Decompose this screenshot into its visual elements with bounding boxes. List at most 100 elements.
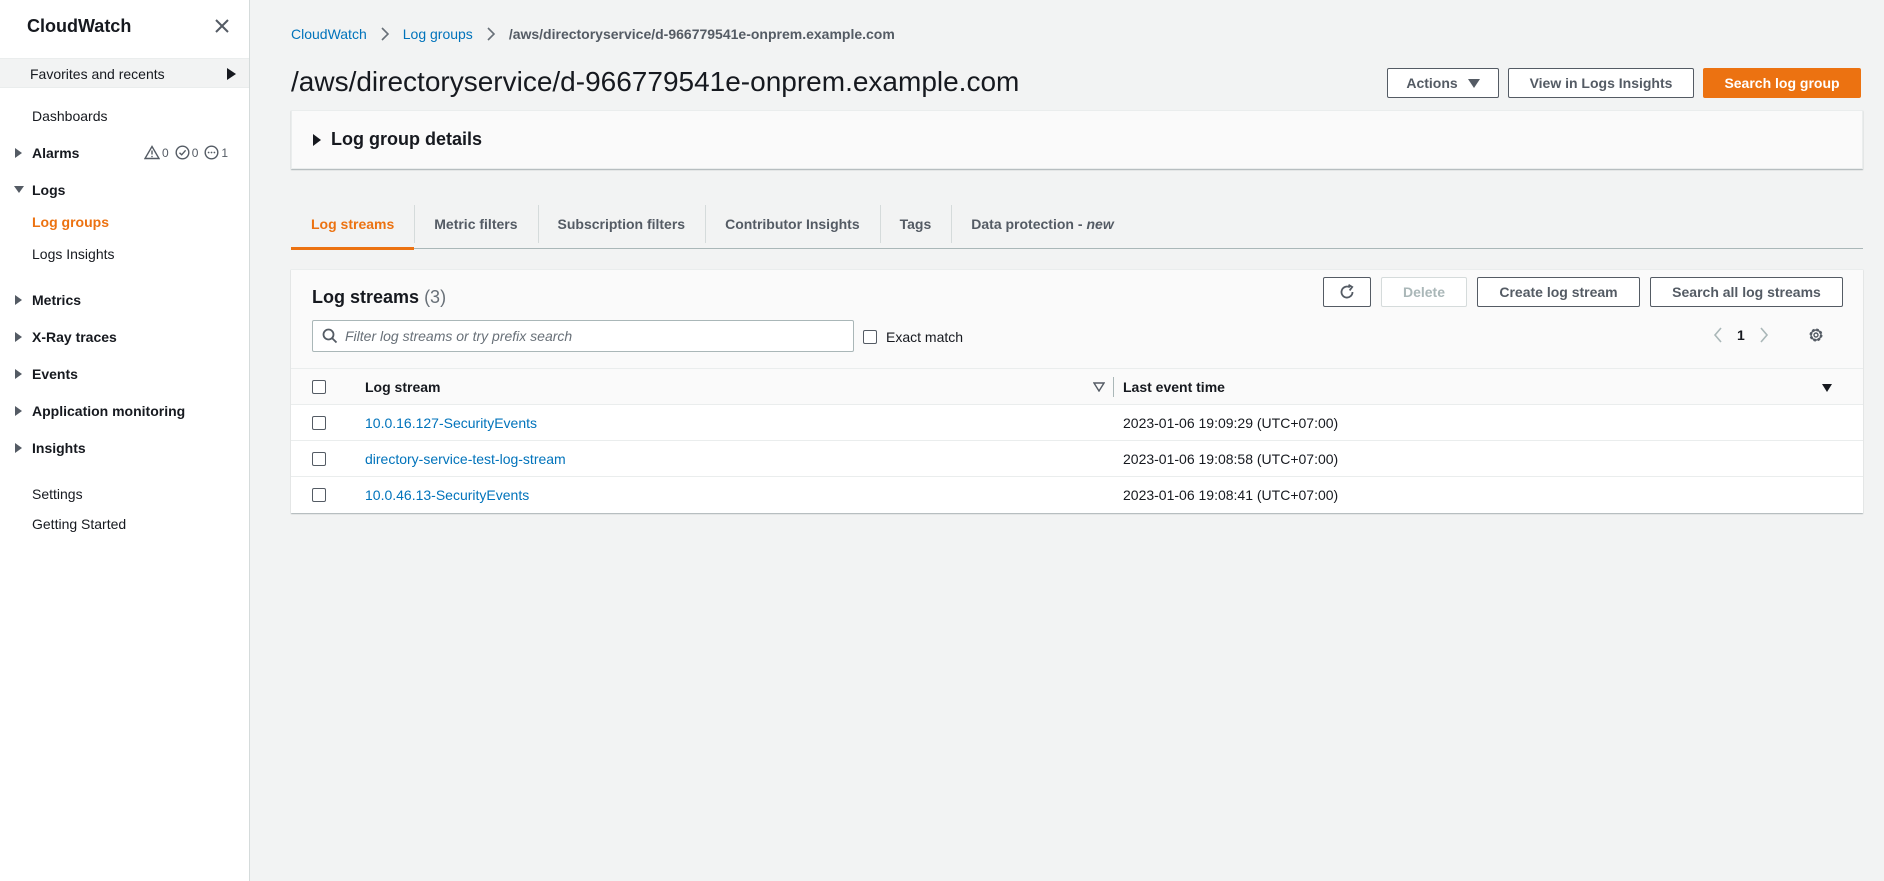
caret-right-icon[interactable]: [15, 332, 22, 342]
column-header-last-event-time[interactable]: Last event time: [1123, 368, 1863, 405]
breadcrumb-cloudwatch[interactable]: CloudWatch: [291, 26, 367, 42]
refresh-button[interactable]: [1323, 277, 1371, 307]
sidebar-title[interactable]: CloudWatch: [27, 16, 131, 37]
column-log-stream-label: Log stream: [365, 378, 441, 395]
sidebar-item-application-monitoring[interactable]: Application monitoring: [32, 403, 185, 419]
alarm-count: 0: [144, 145, 169, 160]
sidebar-item-logs[interactable]: Logs: [32, 182, 65, 198]
chevron-left-icon[interactable]: [1713, 327, 1723, 343]
row-checkbox[interactable]: [312, 488, 326, 502]
filter-log-streams-input[interactable]: [345, 321, 845, 351]
sidebar-item-events[interactable]: Events: [32, 366, 78, 382]
row-checkbox[interactable]: [312, 452, 326, 466]
refresh-icon: [1340, 284, 1354, 299]
favorites-and-recents[interactable]: Favorites and recents: [0, 58, 249, 88]
log-streams-container: Log streams (3) Delete Create log stream…: [291, 269, 1863, 513]
tab-data-protection-label: Data protection -: [971, 216, 1083, 232]
favorites-label: Favorites and recents: [30, 66, 165, 82]
caret-down-icon: [1467, 78, 1480, 88]
exact-match-label[interactable]: Exact match: [886, 329, 963, 345]
column-last-event-time-label: Last event time: [1123, 378, 1225, 395]
tab-metric-filters[interactable]: Metric filters: [414, 199, 537, 249]
log-stream-link[interactable]: directory-service-test-log-stream: [365, 451, 566, 467]
caret-right-icon[interactable]: [15, 148, 22, 158]
select-all-cell: [291, 368, 365, 405]
sidebar-item-dashboards[interactable]: Dashboards: [32, 108, 108, 124]
log-stream-link[interactable]: 10.0.46.13-SecurityEvents: [365, 487, 529, 503]
row-checkbox[interactable]: [312, 416, 326, 430]
last-event-time: 2023-01-06 19:09:29 (UTC+07:00): [1123, 404, 1863, 441]
alarm-count-value: 0: [162, 145, 169, 160]
log-streams-count: (3): [424, 287, 447, 307]
column-divider[interactable]: [1113, 377, 1114, 397]
caret-right-icon[interactable]: [15, 295, 22, 305]
last-event-time: 2023-01-06 19:08:58 (UTC+07:00): [1123, 440, 1863, 477]
check-circle-icon: [175, 145, 190, 160]
ok-count-value: 0: [191, 145, 199, 160]
sidebar-item-insights[interactable]: Insights: [32, 440, 86, 456]
log-streams-header: Log streams (3) Delete Create log stream…: [291, 270, 1863, 368]
insufficient-count: 1: [204, 145, 228, 160]
table-header-row: Log stream Last event time: [291, 368, 1863, 405]
tab-list: Log streams Metric filters Subscription …: [291, 199, 1863, 250]
sidebar-item-metrics[interactable]: Metrics: [32, 292, 81, 308]
sidebar-item-alarms[interactable]: Alarms: [32, 145, 79, 161]
page-number[interactable]: 1: [1737, 327, 1745, 343]
sort-down-outline-icon[interactable]: [1093, 382, 1105, 392]
caret-down-icon[interactable]: [14, 186, 24, 193]
select-all-checkbox[interactable]: [312, 380, 326, 394]
log-streams-title: Log streams (3): [312, 287, 446, 308]
search-all-log-streams-button[interactable]: Search all log streams: [1650, 277, 1843, 307]
caret-right-icon[interactable]: [15, 369, 22, 379]
search-icon: [322, 328, 338, 344]
warning-icon: [144, 145, 160, 160]
sort-down-icon[interactable]: [1821, 383, 1833, 393]
last-event-time: 2023-01-06 19:08:41 (UTC+07:00): [1123, 486, 1339, 503]
breadcrumb-log-groups[interactable]: Log groups: [403, 26, 473, 42]
sidebar-item-log-groups[interactable]: Log groups: [32, 214, 109, 230]
log-group-details-panel[interactable]: Log group details: [291, 110, 1863, 169]
chevron-right-icon: [381, 27, 389, 41]
caret-right-icon[interactable]: [15, 406, 22, 416]
alarm-status-counts[interactable]: 0 0 1: [144, 145, 228, 160]
actions-label: Actions: [1406, 75, 1458, 91]
caret-right-icon[interactable]: [15, 443, 22, 453]
actions-dropdown-button[interactable]: Actions: [1387, 68, 1499, 98]
sidebar-item-getting-started[interactable]: Getting Started: [32, 516, 126, 532]
ok-count: 0: [175, 145, 199, 160]
log-stream-link[interactable]: 10.0.16.127-SecurityEvents: [365, 415, 537, 431]
tab-contributor-insights[interactable]: Contributor Insights: [705, 199, 880, 249]
column-header-log-stream[interactable]: Log stream: [365, 368, 1123, 405]
ellipsis-circle-icon: [204, 145, 219, 160]
caret-right-icon: [227, 68, 236, 80]
breadcrumb: CloudWatch Log groups /aws/directoryserv…: [291, 26, 895, 42]
exact-match-checkbox[interactable]: [863, 330, 877, 344]
table-row[interactable]: 10.0.16.127-SecurityEvents 2023-01-06 19…: [291, 404, 1863, 441]
caret-right-icon: [313, 134, 321, 146]
table-row[interactable]: directory-service-test-log-stream 2023-0…: [291, 440, 1863, 477]
main-content: CloudWatch Log groups /aws/directoryserv…: [250, 0, 1884, 881]
tab-subscription-filters[interactable]: Subscription filters: [537, 199, 706, 249]
tab-tags[interactable]: Tags: [879, 199, 952, 249]
insufficient-count-value: 1: [221, 145, 229, 160]
create-log-stream-button[interactable]: Create log stream: [1477, 277, 1640, 307]
sidebar-item-settings[interactable]: Settings: [32, 486, 83, 502]
filter-log-streams-field[interactable]: [312, 320, 854, 352]
breadcrumb-current: /aws/directoryservice/d-966779541e-onpre…: [508, 26, 895, 42]
sidebar-item-xray[interactable]: X-Ray traces: [32, 329, 117, 345]
page-title: /aws/directoryservice/d-966779541e-onpre…: [291, 66, 1020, 97]
tab-data-protection[interactable]: Data protection - new: [951, 199, 1133, 249]
table-row[interactable]: 10.0.46.13-SecurityEvents 2023-01-06 19:…: [291, 477, 1863, 513]
view-in-logs-insights-button[interactable]: View in Logs Insights: [1508, 68, 1694, 98]
search-log-group-button[interactable]: Search log group: [1703, 68, 1861, 98]
chevron-right-icon: [487, 27, 495, 41]
close-icon[interactable]: [212, 16, 232, 36]
side-navigation: CloudWatch Favorites and recents Dashboa…: [0, 0, 250, 881]
delete-button[interactable]: Delete: [1381, 277, 1467, 307]
log-group-details-label: Log group details: [331, 129, 482, 149]
settings-gear-icon[interactable]: [1807, 326, 1825, 344]
sidebar-item-logs-insights[interactable]: Logs Insights: [32, 246, 115, 262]
chevron-right-icon[interactable]: [1759, 327, 1769, 343]
new-badge: new: [1086, 216, 1114, 232]
tab-log-streams[interactable]: Log streams: [291, 199, 415, 250]
